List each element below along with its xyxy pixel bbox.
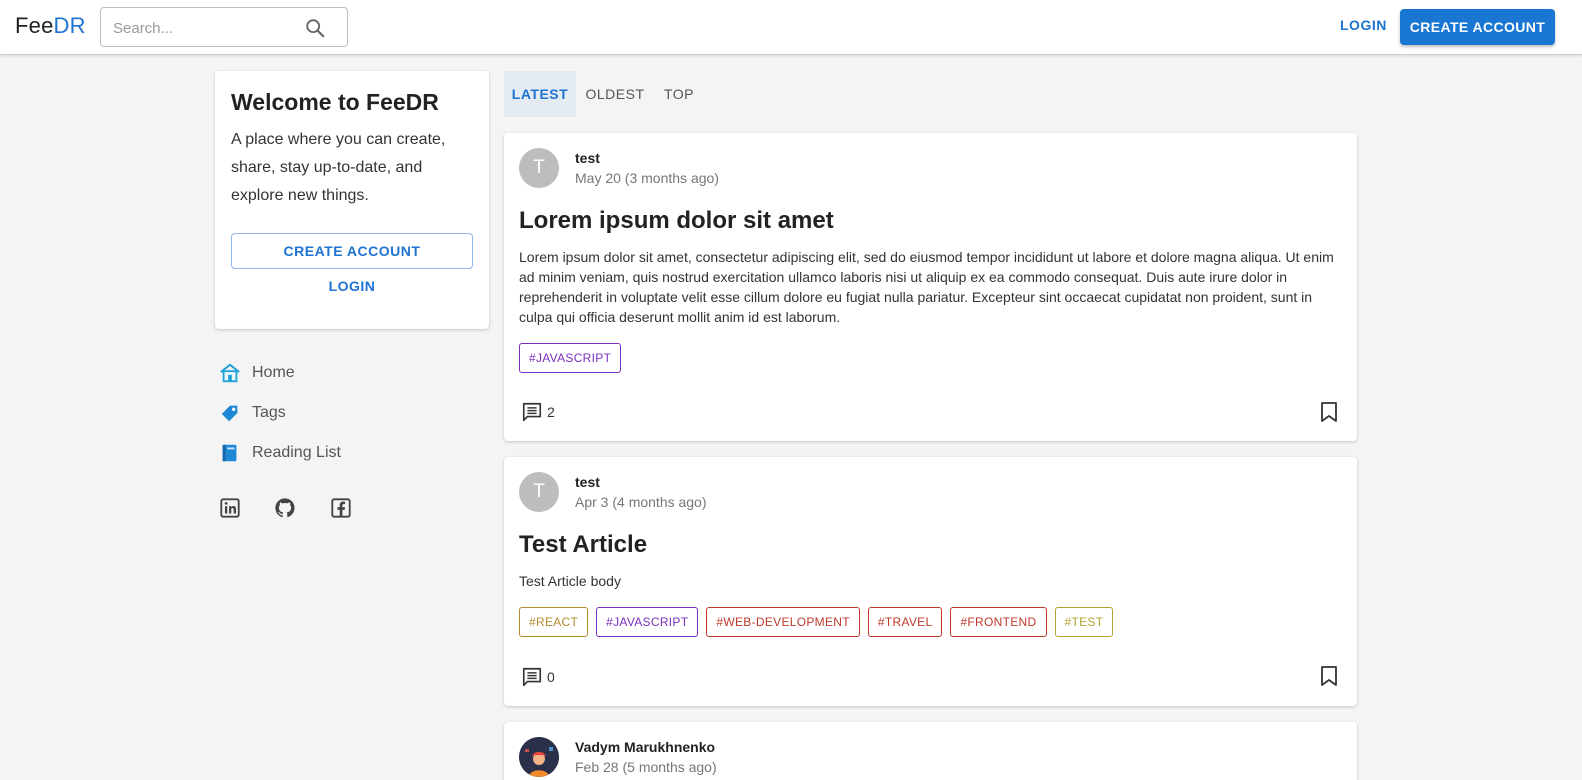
logo[interactable]: FeeDR: [15, 13, 86, 39]
post-card[interactable]: T test May 20 (3 months ago) Lorem ipsum…: [504, 133, 1357, 441]
home-icon: [220, 363, 240, 383]
comments-count[interactable]: 2: [521, 401, 555, 423]
avatar[interactable]: T: [519, 148, 559, 188]
post-date: May 20 (3 months ago): [575, 170, 719, 186]
comment-count: 2: [547, 404, 555, 420]
tag-chip[interactable]: #FRONTEND: [950, 607, 1047, 637]
tag-chip[interactable]: #WEB-DEVELOPMENT: [706, 607, 860, 637]
comment-count: 0: [547, 669, 555, 685]
post-title[interactable]: Test Article: [519, 531, 647, 559]
search-icon[interactable]: [304, 17, 326, 39]
linkedin-icon[interactable]: [219, 497, 241, 519]
comment-icon: [522, 667, 542, 687]
avatar[interactable]: T: [519, 472, 559, 512]
post-date: Apr 3 (4 months ago): [575, 494, 707, 510]
post-card[interactable]: T test Apr 3 (4 months ago) Test Article…: [504, 457, 1357, 706]
search-input[interactable]: [113, 17, 293, 39]
tag-chip[interactable]: #JAVASCRIPT: [519, 343, 622, 373]
post-body: Lorem ipsum dolor sit amet, consectetur …: [519, 249, 1334, 325]
post-body: Test Article body: [519, 573, 621, 589]
tag-chip[interactable]: #TEST: [1054, 607, 1114, 637]
tab-top[interactable]: TOP: [655, 71, 703, 117]
welcome-login-link[interactable]: LOGIN: [231, 278, 473, 294]
search-box: [100, 7, 348, 47]
welcome-description: A place where you can create, share, sta…: [231, 131, 446, 204]
header-login-link[interactable]: LOGIN: [1340, 17, 1387, 33]
logo-text-accent: DR: [53, 13, 86, 38]
bookmark-icon[interactable]: [1319, 401, 1339, 423]
top-app-bar: FeeDR LOGIN CREATE ACCOUNT: [0, 0, 1582, 55]
avatar[interactable]: [519, 737, 559, 777]
logo-text-main: Fee: [15, 13, 54, 38]
tag-chip[interactable]: #TRAVEL: [867, 607, 943, 637]
sidebar-item-label: Home: [252, 364, 295, 381]
sidebar-item-reading-list[interactable]: Reading List: [219, 440, 341, 466]
sidebar-item-home[interactable]: Home: [219, 360, 295, 386]
post-tags: #JAVASCRIPT: [519, 343, 622, 373]
comments-count[interactable]: 0: [521, 666, 555, 688]
post-card[interactable]: Vadym Marukhnenko Feb 28 (5 months ago): [504, 722, 1357, 780]
sidebar-item-label: Tags: [252, 404, 286, 421]
tag-icon: [221, 405, 238, 422]
post-author[interactable]: Vadym Marukhnenko: [575, 739, 715, 755]
post-author[interactable]: test: [575, 474, 600, 490]
welcome-card: Welcome to FeeDR A place where you can c…: [215, 71, 489, 329]
github-icon[interactable]: [274, 497, 296, 519]
sidebar-item-label: Reading List: [252, 444, 341, 461]
post-title[interactable]: Lorem ipsum dolor sit amet: [519, 207, 834, 235]
post-tags: #REACT #JAVASCRIPT #WEB-DEVELOPMENT #TRA…: [519, 607, 1114, 637]
comment-icon: [522, 402, 542, 422]
facebook-icon[interactable]: [330, 497, 352, 519]
sidebar-item-tags[interactable]: Tags: [219, 400, 286, 426]
header-create-account-button[interactable]: CREATE ACCOUNT: [1400, 9, 1555, 45]
welcome-title: Welcome to FeeDR: [231, 89, 439, 115]
book-icon: [222, 444, 237, 462]
bookmark-icon[interactable]: [1319, 665, 1339, 687]
tab-latest[interactable]: LATEST: [504, 71, 576, 117]
tab-oldest[interactable]: OLDEST: [580, 71, 650, 117]
welcome-create-account-button[interactable]: CREATE ACCOUNT: [231, 233, 473, 269]
post-date: Feb 28 (5 months ago): [575, 759, 717, 775]
post-author[interactable]: test: [575, 150, 600, 166]
tag-chip[interactable]: #REACT: [519, 607, 589, 637]
tag-chip[interactable]: #JAVASCRIPT: [596, 607, 699, 637]
